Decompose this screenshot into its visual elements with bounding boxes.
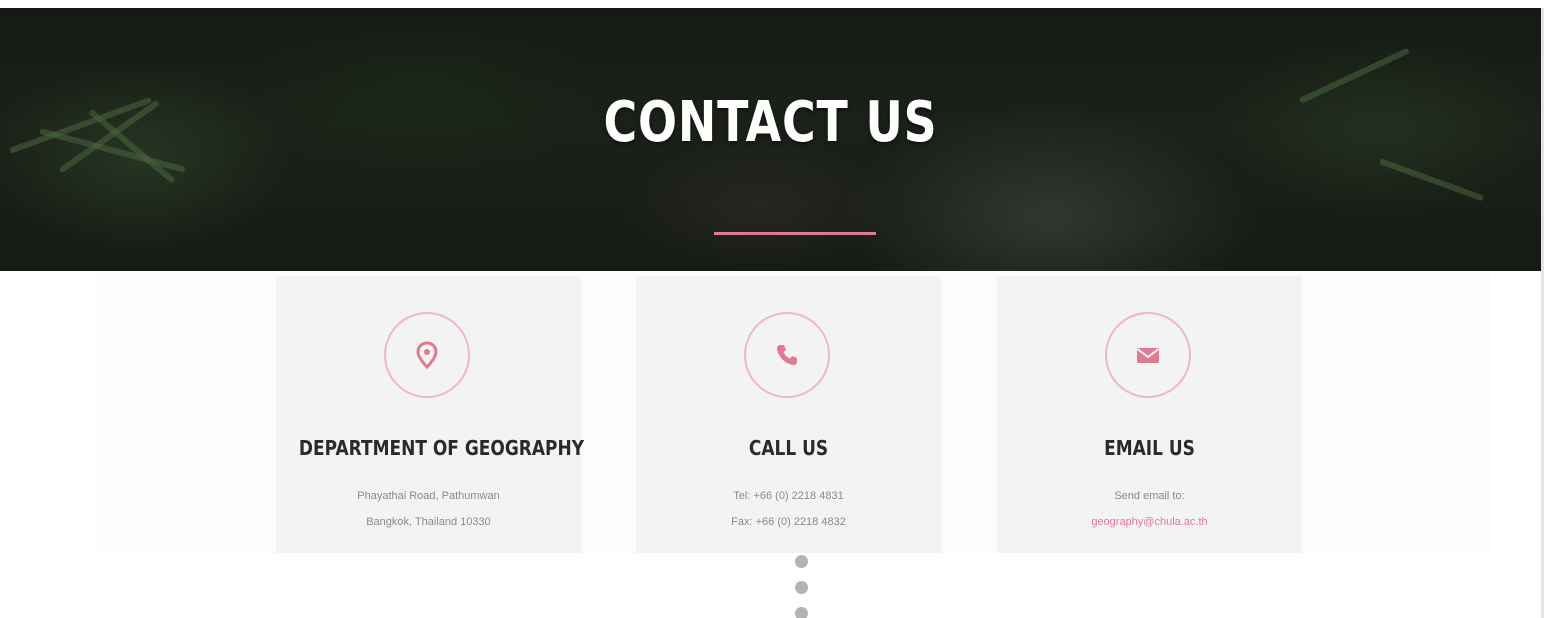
indicator-dot[interactable]	[795, 607, 808, 618]
address-icon-circle	[384, 312, 470, 398]
map-pin-icon	[416, 341, 438, 370]
leaf-decoration	[1378, 158, 1485, 202]
email-intro-line: Send email to:	[1114, 490, 1185, 502]
hero-banner: CONTACT US	[0, 8, 1541, 271]
email-icon-circle	[1105, 312, 1191, 398]
contact-card-email: EMAIL US Send email to: geography@chula.…	[997, 276, 1302, 553]
address-line-1: Phayathai Road, Pathumwan	[357, 490, 500, 502]
envelope-icon	[1136, 348, 1160, 363]
phone-icon-circle	[744, 312, 830, 398]
scroll-indicator[interactable]	[795, 555, 808, 618]
phone-card-title: CALL US	[748, 436, 829, 460]
contact-card-address: DEPARTMENT OF GEOGRAPHY Phayathai Road, …	[276, 276, 585, 553]
top-strip	[0, 0, 1544, 8]
indicator-dot[interactable]	[795, 555, 808, 568]
email-card-title: EMAIL US	[1104, 436, 1195, 460]
leaf-decoration	[8, 96, 152, 154]
indicator-dot[interactable]	[795, 581, 808, 594]
phone-tel-line: Tel: +66 (0) 2218 4831	[733, 490, 844, 502]
phone-icon	[777, 345, 797, 365]
contact-page: CONTACT US DEPARTMENT OF GEOGRAPHY Phaya…	[0, 0, 1544, 618]
page-title: CONTACT US	[603, 90, 938, 155]
contact-card-phone: CALL US Tel: +66 (0) 2218 4831 Fax: +66 …	[636, 276, 941, 553]
title-underline	[714, 232, 876, 235]
address-card-title: DEPARTMENT OF GEOGRAPHY	[298, 436, 585, 460]
phone-fax-line: Fax: +66 (0) 2218 4832	[731, 516, 846, 528]
email-link[interactable]: geography@chula.ac.th	[997, 516, 1302, 528]
address-line-2: Bangkok, Thailand 10330	[366, 516, 491, 528]
